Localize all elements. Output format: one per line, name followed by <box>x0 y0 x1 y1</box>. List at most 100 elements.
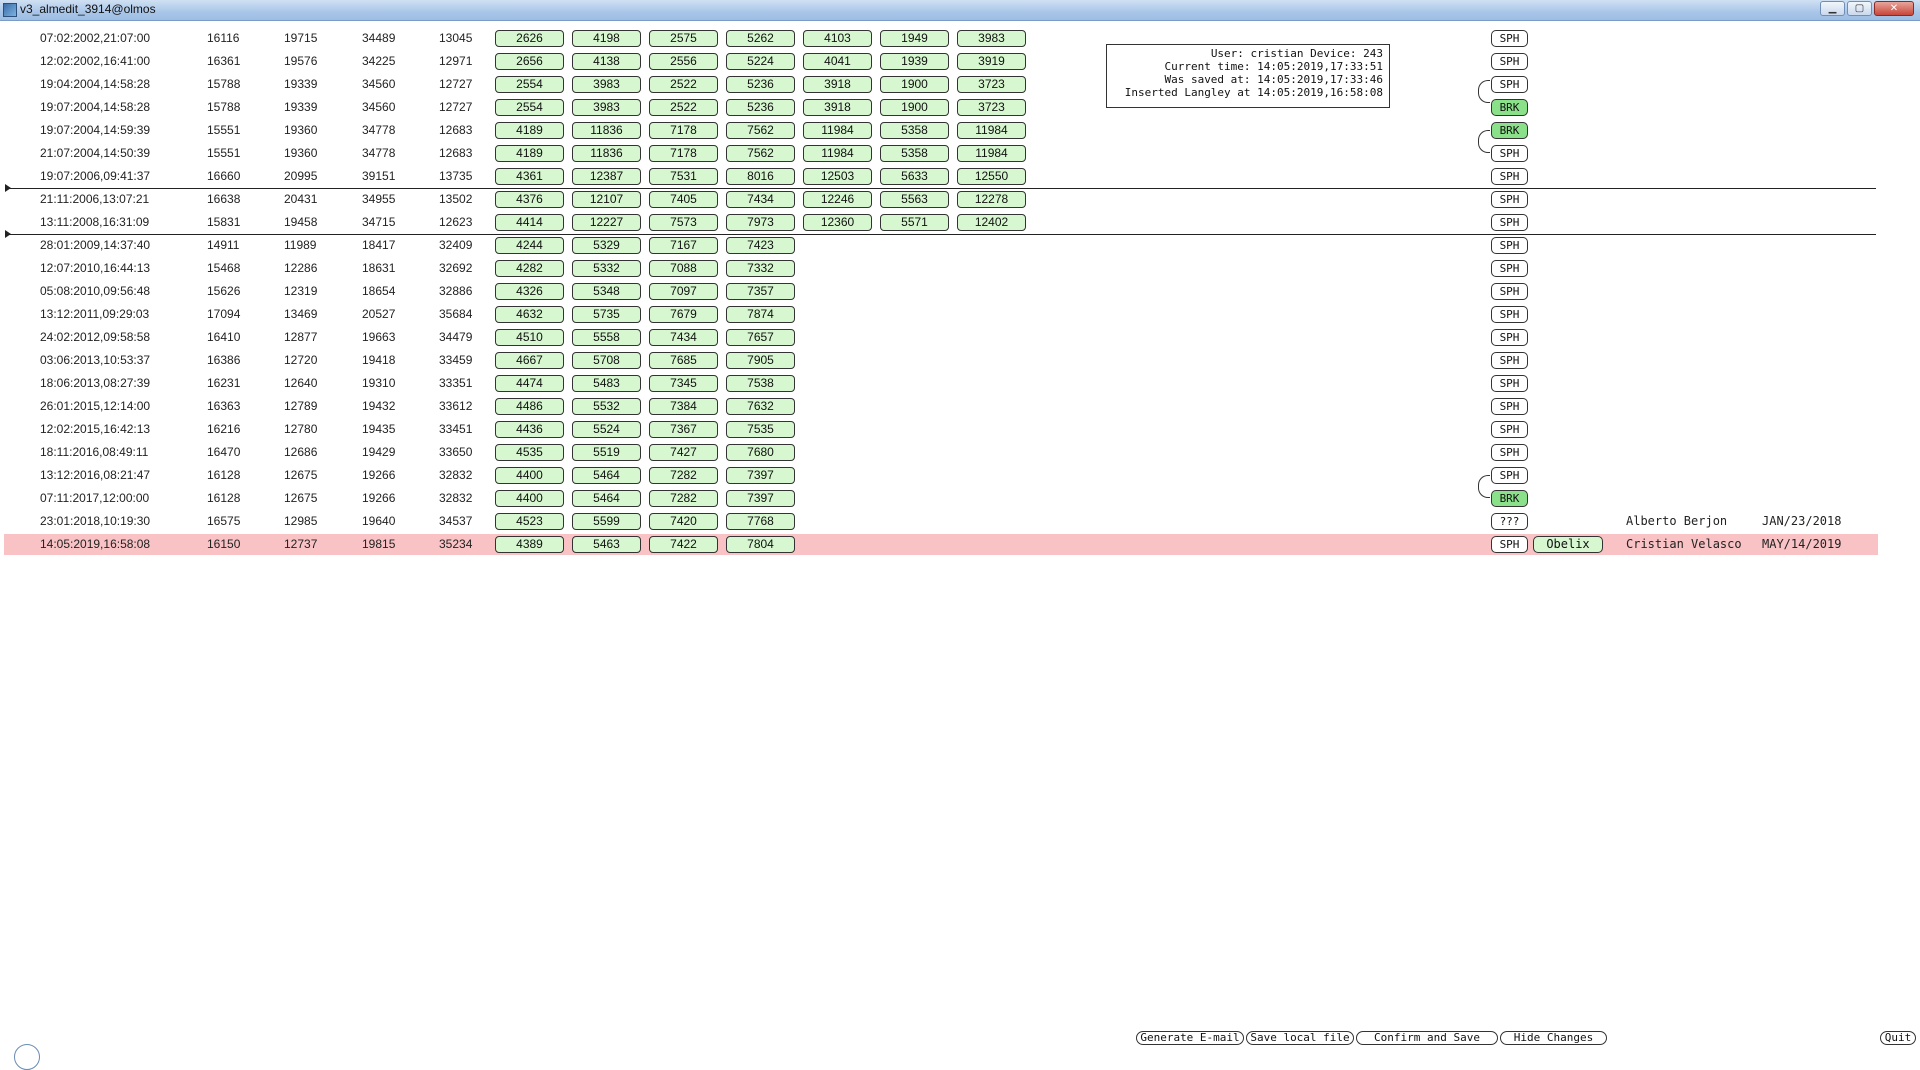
value-button[interactable]: 1900 <box>880 99 949 116</box>
value-button[interactable]: 4103 <box>803 30 872 47</box>
value-button[interactable]: 5358 <box>880 122 949 139</box>
value-button[interactable]: 12227 <box>572 214 641 231</box>
value-button[interactable]: 7282 <box>649 467 718 484</box>
tag-button[interactable]: SPH <box>1491 398 1528 415</box>
value-button[interactable]: 4667 <box>495 352 564 369</box>
quit-button[interactable]: Quit <box>1880 1031 1916 1045</box>
value-button[interactable]: 7423 <box>726 237 795 254</box>
tag-button[interactable]: BRK <box>1491 490 1528 507</box>
value-button[interactable]: 3918 <box>803 99 872 116</box>
value-button[interactable]: 7632 <box>726 398 795 415</box>
tag-button[interactable]: SPH <box>1491 283 1528 300</box>
hide-changes-button[interactable]: Hide Changes <box>1500 1031 1607 1045</box>
value-button[interactable]: 5224 <box>726 53 795 70</box>
value-button[interactable]: 5332 <box>572 260 641 277</box>
value-button[interactable]: 2554 <box>495 99 564 116</box>
tag-button[interactable]: SPH <box>1491 421 1528 438</box>
value-button[interactable]: 7562 <box>726 145 795 162</box>
value-button[interactable]: 7405 <box>649 191 718 208</box>
value-button[interactable]: 4189 <box>495 122 564 139</box>
value-button[interactable]: 4436 <box>495 421 564 438</box>
tag-button[interactable]: SPH <box>1491 306 1528 323</box>
value-button[interactable]: 4244 <box>495 237 564 254</box>
value-button[interactable]: 11984 <box>803 145 872 162</box>
value-button[interactable]: 5358 <box>880 145 949 162</box>
value-button[interactable]: 5329 <box>572 237 641 254</box>
save-local-file-button[interactable]: Save local file <box>1246 1031 1354 1045</box>
value-button[interactable]: 1949 <box>880 30 949 47</box>
value-button[interactable]: 7804 <box>726 536 795 553</box>
value-button[interactable]: 12402 <box>957 214 1026 231</box>
value-button[interactable]: 3983 <box>572 76 641 93</box>
value-button[interactable]: 7422 <box>649 536 718 553</box>
value-button[interactable]: 2556 <box>649 53 718 70</box>
value-button[interactable]: 1900 <box>880 76 949 93</box>
value-button[interactable]: 7397 <box>726 467 795 484</box>
tag-button[interactable]: ??? <box>1491 513 1528 530</box>
close-icon[interactable]: ✕ <box>1874 1 1914 16</box>
value-button[interactable]: 7178 <box>649 122 718 139</box>
value-button[interactable]: 2522 <box>649 99 718 116</box>
value-button[interactable]: 5236 <box>726 76 795 93</box>
tag-button[interactable]: BRK <box>1491 122 1528 139</box>
value-button[interactable]: 12278 <box>957 191 1026 208</box>
value-button[interactable]: 12360 <box>803 214 872 231</box>
value-button[interactable]: 7562 <box>726 122 795 139</box>
value-button[interactable]: 7973 <box>726 214 795 231</box>
value-button[interactable]: 7657 <box>726 329 795 346</box>
value-button[interactable]: 7397 <box>726 490 795 507</box>
value-button[interactable]: 7685 <box>649 352 718 369</box>
confirm-and-save-button[interactable]: Confirm and Save <box>1356 1031 1498 1045</box>
tag-button[interactable]: SPH <box>1491 30 1528 47</box>
value-button[interactable]: 11984 <box>957 145 1026 162</box>
value-button[interactable]: 4535 <box>495 444 564 461</box>
tag-button[interactable]: SPH <box>1491 352 1528 369</box>
value-button[interactable]: 4138 <box>572 53 641 70</box>
value-button[interactable]: 5519 <box>572 444 641 461</box>
value-button[interactable]: 7167 <box>649 237 718 254</box>
value-button[interactable]: 12503 <box>803 168 872 185</box>
tag-button[interactable]: SPH <box>1491 260 1528 277</box>
value-button[interactable]: 5463 <box>572 536 641 553</box>
value-button[interactable]: 8016 <box>726 168 795 185</box>
value-button[interactable]: 12387 <box>572 168 641 185</box>
value-button[interactable]: 11836 <box>572 145 641 162</box>
value-button[interactable]: 7768 <box>726 513 795 530</box>
value-button[interactable]: 3918 <box>803 76 872 93</box>
value-button[interactable]: 4414 <box>495 214 564 231</box>
value-button[interactable]: 1939 <box>880 53 949 70</box>
value-button[interactable]: 7332 <box>726 260 795 277</box>
value-button[interactable]: 4282 <box>495 260 564 277</box>
value-button[interactable]: 4400 <box>495 490 564 507</box>
value-button[interactable]: 7679 <box>649 306 718 323</box>
value-button[interactable]: 4486 <box>495 398 564 415</box>
value-button[interactable]: 7538 <box>726 375 795 392</box>
value-button[interactable]: 7874 <box>726 306 795 323</box>
tag-button[interactable]: SPH <box>1491 536 1528 553</box>
value-button[interactable]: 2656 <box>495 53 564 70</box>
value-button[interactable]: 5532 <box>572 398 641 415</box>
tag-button[interactable]: SPH <box>1491 53 1528 70</box>
value-button[interactable]: 4041 <box>803 53 872 70</box>
value-button[interactable]: 5464 <box>572 490 641 507</box>
value-button[interactable]: 11836 <box>572 122 641 139</box>
instrument-button[interactable]: Obelix <box>1533 536 1603 553</box>
value-button[interactable]: 3723 <box>957 99 1026 116</box>
value-button[interactable]: 7434 <box>649 329 718 346</box>
tag-button[interactable]: SPH <box>1491 191 1528 208</box>
value-button[interactable]: 7088 <box>649 260 718 277</box>
tag-button[interactable]: BRK <box>1491 99 1528 116</box>
value-button[interactable]: 2554 <box>495 76 564 93</box>
value-button[interactable]: 7531 <box>649 168 718 185</box>
value-button[interactable]: 2575 <box>649 30 718 47</box>
tag-button[interactable]: SPH <box>1491 237 1528 254</box>
value-button[interactable]: 2522 <box>649 76 718 93</box>
value-button[interactable]: 3983 <box>957 30 1026 47</box>
value-button[interactable]: 5735 <box>572 306 641 323</box>
value-button[interactable]: 7427 <box>649 444 718 461</box>
value-button[interactable]: 7535 <box>726 421 795 438</box>
value-button[interactable]: 7178 <box>649 145 718 162</box>
value-button[interactable]: 5262 <box>726 30 795 47</box>
value-button[interactable]: 4326 <box>495 283 564 300</box>
value-button[interactable]: 7434 <box>726 191 795 208</box>
